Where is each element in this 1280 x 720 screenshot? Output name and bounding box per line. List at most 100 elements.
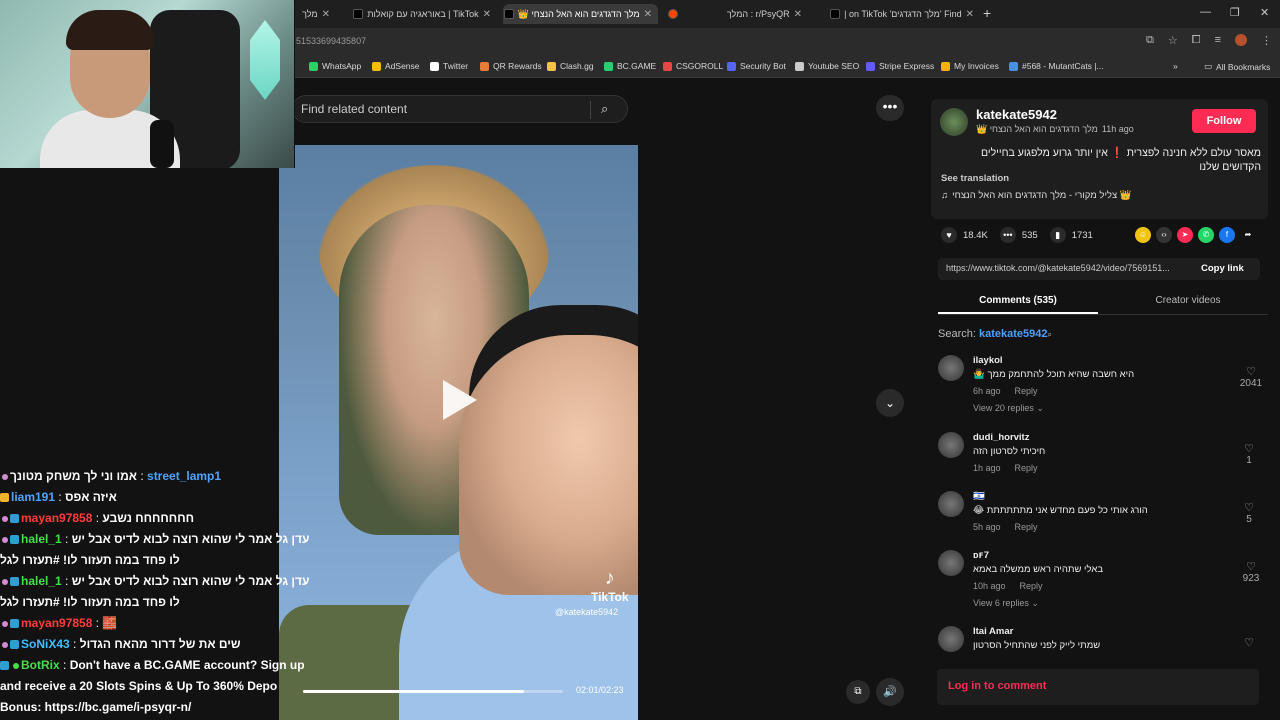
bookmark-item[interactable]: Twitter	[430, 61, 468, 71]
search-icon: ⌕	[1047, 330, 1052, 339]
microphone-icon	[150, 120, 174, 168]
reading-list-icon[interactable]: ≡	[1215, 34, 1221, 47]
heart-outline-icon: ♡	[1244, 502, 1254, 514]
browser-tab[interactable]: ✕ Find 'מלך הדגדגים' on TikTok |	[822, 4, 980, 24]
avatar[interactable]	[938, 550, 964, 576]
related-search[interactable]: ⌕	[292, 95, 628, 123]
bookmark-item[interactable]: QR Rewards	[480, 61, 542, 71]
next-video-button[interactable]: ⌄	[876, 389, 904, 417]
all-bookmarks-folder[interactable]: ▭ All Bookmarks	[1204, 61, 1270, 72]
comment-like[interactable]: ♡ 5	[1238, 501, 1260, 525]
avatar[interactable]	[938, 626, 964, 652]
comment-like[interactable]: ♡ 1	[1238, 442, 1260, 466]
bookmark-item[interactable]: BC.GAME	[604, 61, 656, 71]
chat-message: mayan97858 : חחחחחחח נשבע	[0, 508, 320, 529]
friends-share-icon[interactable]: ☺	[1135, 227, 1151, 243]
close-icon[interactable]: ✕	[483, 9, 491, 20]
heart-outline-icon: ♡	[1246, 561, 1256, 573]
tab-comments[interactable]: Comments (535)	[938, 295, 1098, 306]
youtube-seo-icon	[795, 61, 804, 71]
avatar[interactable]	[938, 432, 964, 458]
bookmark-item[interactable]: Clash.gg	[547, 61, 594, 71]
video-progress-fill	[303, 690, 524, 693]
bookmark-item[interactable]: Security Bot	[727, 61, 786, 71]
reply-button[interactable]: Reply	[1020, 581, 1043, 591]
profile-icon[interactable]	[1235, 34, 1247, 46]
comment-username[interactable]: ᴅꜰ7	[973, 550, 989, 561]
whatsapp-icon[interactable]: ✆	[1198, 227, 1214, 243]
save-stat[interactable]: ▮ 1731	[1049, 227, 1093, 243]
comment-username[interactable]: dudi_horvitz	[973, 432, 1029, 443]
volume-button[interactable]: 🔊	[876, 678, 904, 706]
invoices-icon	[941, 61, 950, 71]
music-link[interactable]: ♫ צליל מקורי - מלך הדגדגים הוא האל הנצחי …	[941, 190, 1132, 201]
minimize-icon[interactable]: —	[1200, 6, 1211, 18]
avatar[interactable]	[938, 355, 964, 381]
comment-like[interactable]: ♡	[1238, 636, 1260, 649]
tab-creator-videos[interactable]: Creator videos	[1108, 295, 1268, 306]
browser-tab[interactable]: ✕ TikTok | באוראגיה עם קואלות	[345, 4, 497, 24]
avatar[interactable]	[940, 108, 968, 136]
comment-meta: 5h ago Reply	[973, 522, 1038, 532]
new-tab-button[interactable]: +	[983, 5, 991, 21]
browser-tab[interactable]: ✕ מלך	[292, 4, 336, 24]
facebook-icon[interactable]: f	[1219, 227, 1235, 243]
login-to-comment-link[interactable]: Log in to comment	[948, 680, 1046, 692]
like-stat[interactable]: ♥ 18.4K	[941, 227, 988, 243]
play-icon[interactable]	[443, 380, 477, 420]
close-icon[interactable]: ✕	[644, 9, 652, 20]
bookmark-item[interactable]: WhatsApp	[309, 61, 361, 71]
menu-icon[interactable]: ⋮	[1261, 34, 1272, 47]
comment-like[interactable]: ♡ 2041	[1236, 365, 1266, 389]
bookmark-star-icon[interactable]: ☆	[1168, 34, 1178, 47]
see-translation-link[interactable]: See translation	[941, 173, 1009, 184]
close-icon[interactable]: ✕	[794, 9, 802, 20]
embed-icon[interactable]: ‹›	[1156, 227, 1172, 243]
bookmark-item[interactable]: My Invoices	[941, 61, 999, 71]
view-replies-button[interactable]: View 20 replies ⌄	[973, 403, 1044, 414]
close-icon[interactable]: ✕	[322, 9, 330, 20]
bookmark-item[interactable]: #568 - MutantCats |...	[1009, 61, 1104, 71]
send-icon[interactable]: ➤	[1177, 227, 1193, 243]
video-progress-bar[interactable]	[303, 690, 563, 693]
extensions-icon[interactable]: ⧠	[1192, 34, 1201, 47]
comment-stat[interactable]: ••• 535	[999, 227, 1038, 243]
avatar[interactable]	[938, 491, 964, 517]
comment-username[interactable]: 🇮🇱	[973, 491, 985, 502]
browser-tab[interactable]	[662, 4, 684, 24]
author-username[interactable]: katekate5942	[976, 107, 1057, 122]
bookmark-item[interactable]: Stripe Express	[866, 61, 934, 71]
bookmark-item[interactable]: Youtube SEO	[795, 61, 859, 71]
comment-search-suggestion[interactable]: Search: katekate5942⌕	[938, 328, 1052, 340]
search-icon[interactable]: ⌕	[601, 101, 608, 117]
install-app-icon[interactable]: ⧉	[1146, 34, 1154, 47]
subscriber-badge-icon	[10, 514, 19, 523]
url-field[interactable]: 51533699435807	[296, 36, 366, 46]
copy-link-button[interactable]: Copy link	[1201, 263, 1244, 274]
follow-button[interactable]: Follow	[1192, 109, 1256, 133]
restore-icon[interactable]: ❐	[1230, 6, 1240, 19]
badge-icon	[2, 516, 8, 522]
reply-button[interactable]: Reply	[1015, 463, 1038, 473]
close-icon[interactable]: ✕	[966, 9, 974, 20]
more-options-button[interactable]: •••	[876, 95, 904, 121]
more-bookmarks-button[interactable]: »	[1173, 61, 1178, 71]
close-window-icon[interactable]: ✕	[1260, 6, 1269, 19]
video-link[interactable]: https://www.tiktok.com/@katekate5942/vid…	[946, 263, 1174, 273]
reply-button[interactable]: Reply	[1015, 386, 1038, 396]
comment-username[interactable]: ilaykol	[973, 355, 1003, 366]
related-search-input[interactable]	[301, 102, 591, 116]
browser-tab[interactable]: ✕ r/PsyQR : המלך	[690, 4, 808, 24]
bookmark-item[interactable]: AdSense	[372, 61, 420, 71]
share-arrow-icon[interactable]: ➦	[1240, 227, 1256, 243]
comment-like[interactable]: ♡ 923	[1236, 560, 1266, 584]
comment-username[interactable]: Itai Amar	[973, 626, 1013, 637]
chat-message: halel_1 : עדן גל אמר לי שהוא רוצה לבוא ל…	[0, 532, 310, 567]
login-to-comment-bar[interactable]: Log in to comment	[937, 669, 1259, 705]
video-player[interactable]: ♪ TikTok @katekate5942 02:01/02:23	[279, 145, 638, 720]
bookmark-item[interactable]: CSGOROLL	[663, 61, 723, 71]
browser-tab-active[interactable]: ✕ מלך הדגדגים הוא האל הנצחי 👑	[503, 4, 658, 24]
reply-button[interactable]: Reply	[1015, 522, 1038, 532]
picture-in-picture-button[interactable]: ⧉	[846, 680, 870, 704]
view-replies-button[interactable]: View 6 replies ⌄	[973, 598, 1039, 609]
